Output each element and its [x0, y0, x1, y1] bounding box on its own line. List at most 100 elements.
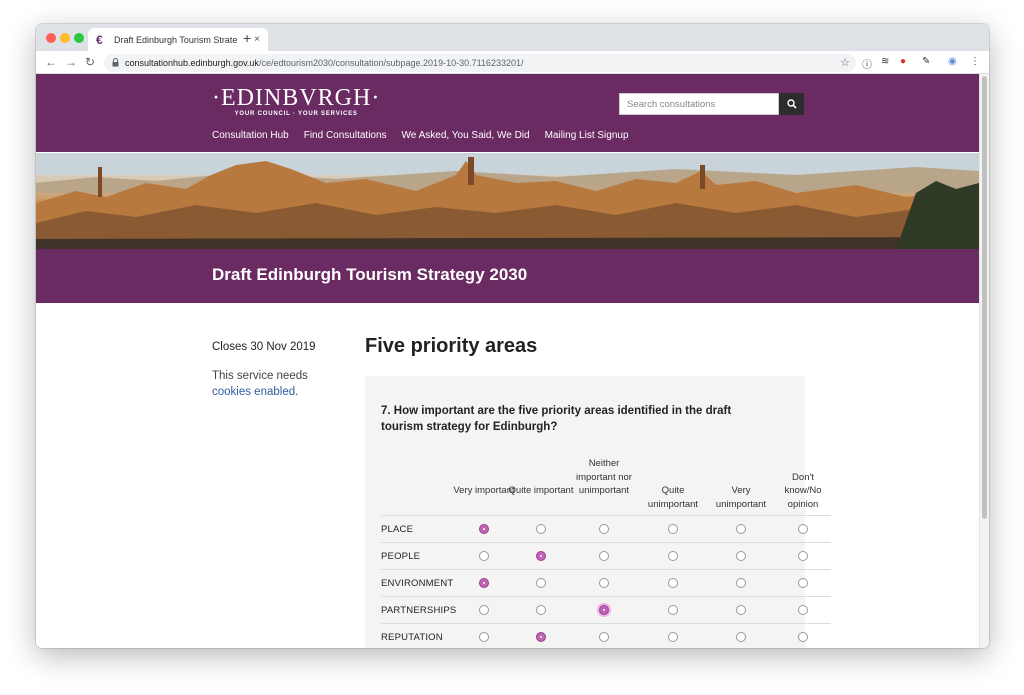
tab-title: Draft Edinburgh Tourism Strate [114, 34, 238, 45]
radio-button[interactable] [479, 524, 489, 534]
close-window-button[interactable] [46, 33, 56, 43]
sidebar: Closes 30 Nov 2019 This service needs co… [212, 341, 332, 400]
row-label: PARTNERSHIPS [381, 605, 457, 616]
edinburgh-favicon-icon: € [96, 32, 103, 47]
opera-extension-icon[interactable]: ● [900, 56, 906, 67]
section-title: Five priority areas [365, 335, 538, 357]
radio-button[interactable] [736, 632, 746, 642]
pen-extension-icon[interactable]: ✎ [922, 56, 930, 67]
browser-menu-icon[interactable]: ⋮ [970, 56, 980, 67]
radio-button[interactable] [668, 632, 678, 642]
radio-button[interactable] [736, 578, 746, 588]
column-header: Neither important nor unimportant [576, 458, 632, 496]
search-form [619, 93, 804, 115]
minimize-window-button[interactable] [60, 33, 70, 43]
search-icon [786, 99, 797, 109]
radio-button[interactable] [736, 524, 746, 534]
site-header: ·EDINBVRGH· YOUR COUNCIL · YOUR SERVICES… [36, 74, 979, 152]
nav-we-asked-you-said[interactable]: We Asked, You Said, We Did [402, 130, 530, 141]
maximize-window-button[interactable] [74, 33, 84, 43]
consultation-title-bar: Draft Edinburgh Tourism Strategy 2030 [36, 249, 979, 303]
cookies-enabled-link[interactable]: cookies enabled [212, 386, 295, 398]
browser-tab-active[interactable]: € Draft Edinburgh Tourism Strate × [88, 28, 268, 51]
table-row: PLACE [381, 515, 831, 542]
tab-close-icon[interactable]: × [254, 34, 260, 45]
column-header: Don't know/No opinion [784, 471, 822, 510]
main-content: Five priority areas [365, 335, 537, 358]
edinburgh-logo[interactable]: ·EDINBVRGH· YOUR COUNCIL · YOUR SERVICES [212, 86, 380, 117]
question-text: 7. How important are the five priority a… [381, 405, 732, 433]
row-label: ENVIRONMENT [381, 578, 454, 589]
new-tab-button[interactable]: + [243, 30, 251, 46]
table-row: PEOPLE [381, 542, 831, 569]
radio-button[interactable] [798, 632, 808, 642]
closing-date: Closes 30 Nov 2019 [212, 341, 316, 353]
skyline-illustration [36, 153, 979, 249]
radio-button[interactable] [599, 605, 609, 615]
radio-button[interactable] [536, 632, 546, 642]
radio-button[interactable] [479, 632, 489, 642]
radio-button[interactable] [479, 551, 489, 561]
radio-button[interactable] [536, 524, 546, 534]
profile-avatar-icon[interactable]: ◉ [948, 56, 957, 67]
search-button[interactable] [779, 93, 804, 115]
forward-arrow-icon[interactable]: → [65, 55, 77, 69]
logo-wordmark: ·EDINBVRGH· [212, 85, 381, 111]
column-header: Quite important [508, 485, 574, 496]
search-input[interactable] [619, 93, 779, 115]
row-label: REPUTATION [381, 632, 443, 643]
edinburgh-skyline-banner [36, 153, 979, 249]
radio-button[interactable] [798, 578, 808, 588]
radio-button[interactable] [536, 551, 546, 561]
back-arrow-icon[interactable]: ← [45, 55, 57, 69]
radio-button[interactable] [736, 551, 746, 561]
radio-button[interactable] [599, 551, 609, 561]
column-header: Very unimportant [715, 485, 767, 510]
logo-tagline: YOUR COUNCIL · YOUR SERVICES [234, 111, 358, 117]
nav-mailing-list-signup[interactable]: Mailing List Signup [545, 130, 629, 141]
reload-icon[interactable]: ↻ [85, 55, 95, 69]
page-scrollbar[interactable] [979, 74, 989, 648]
radio-button[interactable] [798, 524, 808, 534]
radio-button[interactable] [599, 632, 609, 642]
radio-button[interactable] [668, 551, 678, 561]
info-extension-icon[interactable]: ⓘ [862, 56, 872, 71]
radio-button[interactable] [536, 605, 546, 615]
row-label: PLACE [381, 524, 414, 535]
table-row: PARTNERSHIPS [381, 596, 831, 623]
table-row: ENVIRONMENT [381, 569, 831, 596]
radio-button[interactable] [668, 524, 678, 534]
url-text: consultationhub.edinburgh.gov.uk/ce/edto… [125, 58, 524, 68]
page-title: Draft Edinburgh Tourism Strategy 2030 [212, 265, 528, 284]
radio-button[interactable] [599, 578, 609, 588]
radio-button[interactable] [736, 605, 746, 615]
radio-button[interactable] [536, 578, 546, 588]
tab-strip: € Draft Edinburgh Tourism Strate × + [36, 24, 989, 51]
desktop: € Draft Edinburgh Tourism Strate × + ← →… [0, 0, 1024, 695]
radio-button[interactable] [798, 605, 808, 615]
radio-button[interactable] [668, 605, 678, 615]
lock-icon [112, 57, 119, 69]
nav-consultation-hub[interactable]: Consultation Hub [212, 130, 289, 141]
main-navigation: Consultation Hub Find Consultations We A… [212, 130, 629, 141]
question-panel: 7. How important are the five priority a… [365, 376, 831, 648]
row-label: PEOPLE [381, 551, 421, 562]
address-bar[interactable]: consultationhub.edinburgh.gov.uk/ce/edto… [104, 54, 856, 72]
radio-button[interactable] [479, 578, 489, 588]
layers-extension-icon[interactable]: ≋ [881, 56, 889, 67]
radio-button[interactable] [599, 524, 609, 534]
table-row: REPUTATION [381, 623, 831, 648]
radio-button[interactable] [479, 605, 489, 615]
radio-button[interactable] [798, 551, 808, 561]
cookies-notice-period: . [295, 386, 299, 398]
browser-window: € Draft Edinburgh Tourism Strate × + ← →… [36, 24, 989, 648]
cookies-notice: This service needs cookies enabled. [212, 368, 332, 400]
web-page: ·EDINBVRGH· YOUR COUNCIL · YOUR SERVICES… [36, 74, 979, 648]
bookmark-star-icon[interactable]: ☆ [840, 56, 850, 69]
radio-button[interactable] [668, 578, 678, 588]
browser-toolbar: ← → ↻ consultationhub.edinburgh.gov.uk/c… [36, 51, 989, 74]
cookies-notice-text: This service needs [212, 370, 308, 382]
column-header: Quite unimportant [647, 485, 699, 510]
scrollbar-thumb[interactable] [982, 76, 987, 519]
nav-find-consultations[interactable]: Find Consultations [304, 130, 387, 141]
